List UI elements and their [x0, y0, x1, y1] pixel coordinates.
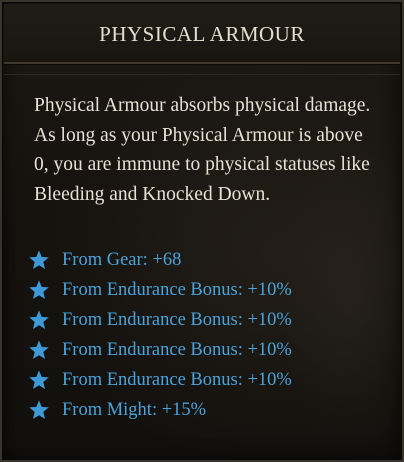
physical-armour-tooltip: PHYSICAL ARMOUR Physical Armour absorbs …	[0, 0, 404, 462]
bonus-list: From Gear: +68 From Endurance Bonus: +10…	[28, 245, 292, 425]
star-icon	[28, 279, 50, 301]
bonus-label-endurance: From Endurance Bonus: +10%	[62, 309, 292, 330]
bonus-item: From Gear: +68	[28, 245, 292, 275]
star-icon	[28, 399, 50, 421]
tooltip-title: PHYSICAL ARMOUR	[99, 22, 305, 46]
bonus-label-gear: From Gear: +68	[62, 249, 182, 270]
star-icon	[28, 309, 50, 331]
bonus-item: From Endurance Bonus: +10%	[28, 275, 292, 305]
bonus-item: From Might: +15%	[28, 395, 292, 425]
tooltip-body: Physical Armour absorbs physical damage.…	[4, 74, 400, 456]
star-icon	[28, 339, 50, 361]
bonus-label-endurance: From Endurance Bonus: +10%	[62, 279, 292, 300]
bonus-item: From Endurance Bonus: +10%	[28, 365, 292, 395]
bonus-item: From Endurance Bonus: +10%	[28, 335, 292, 365]
star-icon	[28, 249, 50, 271]
bonus-label-might: From Might: +15%	[62, 399, 207, 420]
tooltip-header: PHYSICAL ARMOUR	[4, 4, 400, 64]
tooltip-description: Physical Armour absorbs physical damage.…	[34, 95, 371, 205]
star-icon	[28, 369, 50, 391]
bonus-label-endurance: From Endurance Bonus: +10%	[62, 369, 292, 390]
bonus-label-endurance: From Endurance Bonus: +10%	[62, 339, 292, 360]
bonus-item: From Endurance Bonus: +10%	[28, 305, 292, 335]
